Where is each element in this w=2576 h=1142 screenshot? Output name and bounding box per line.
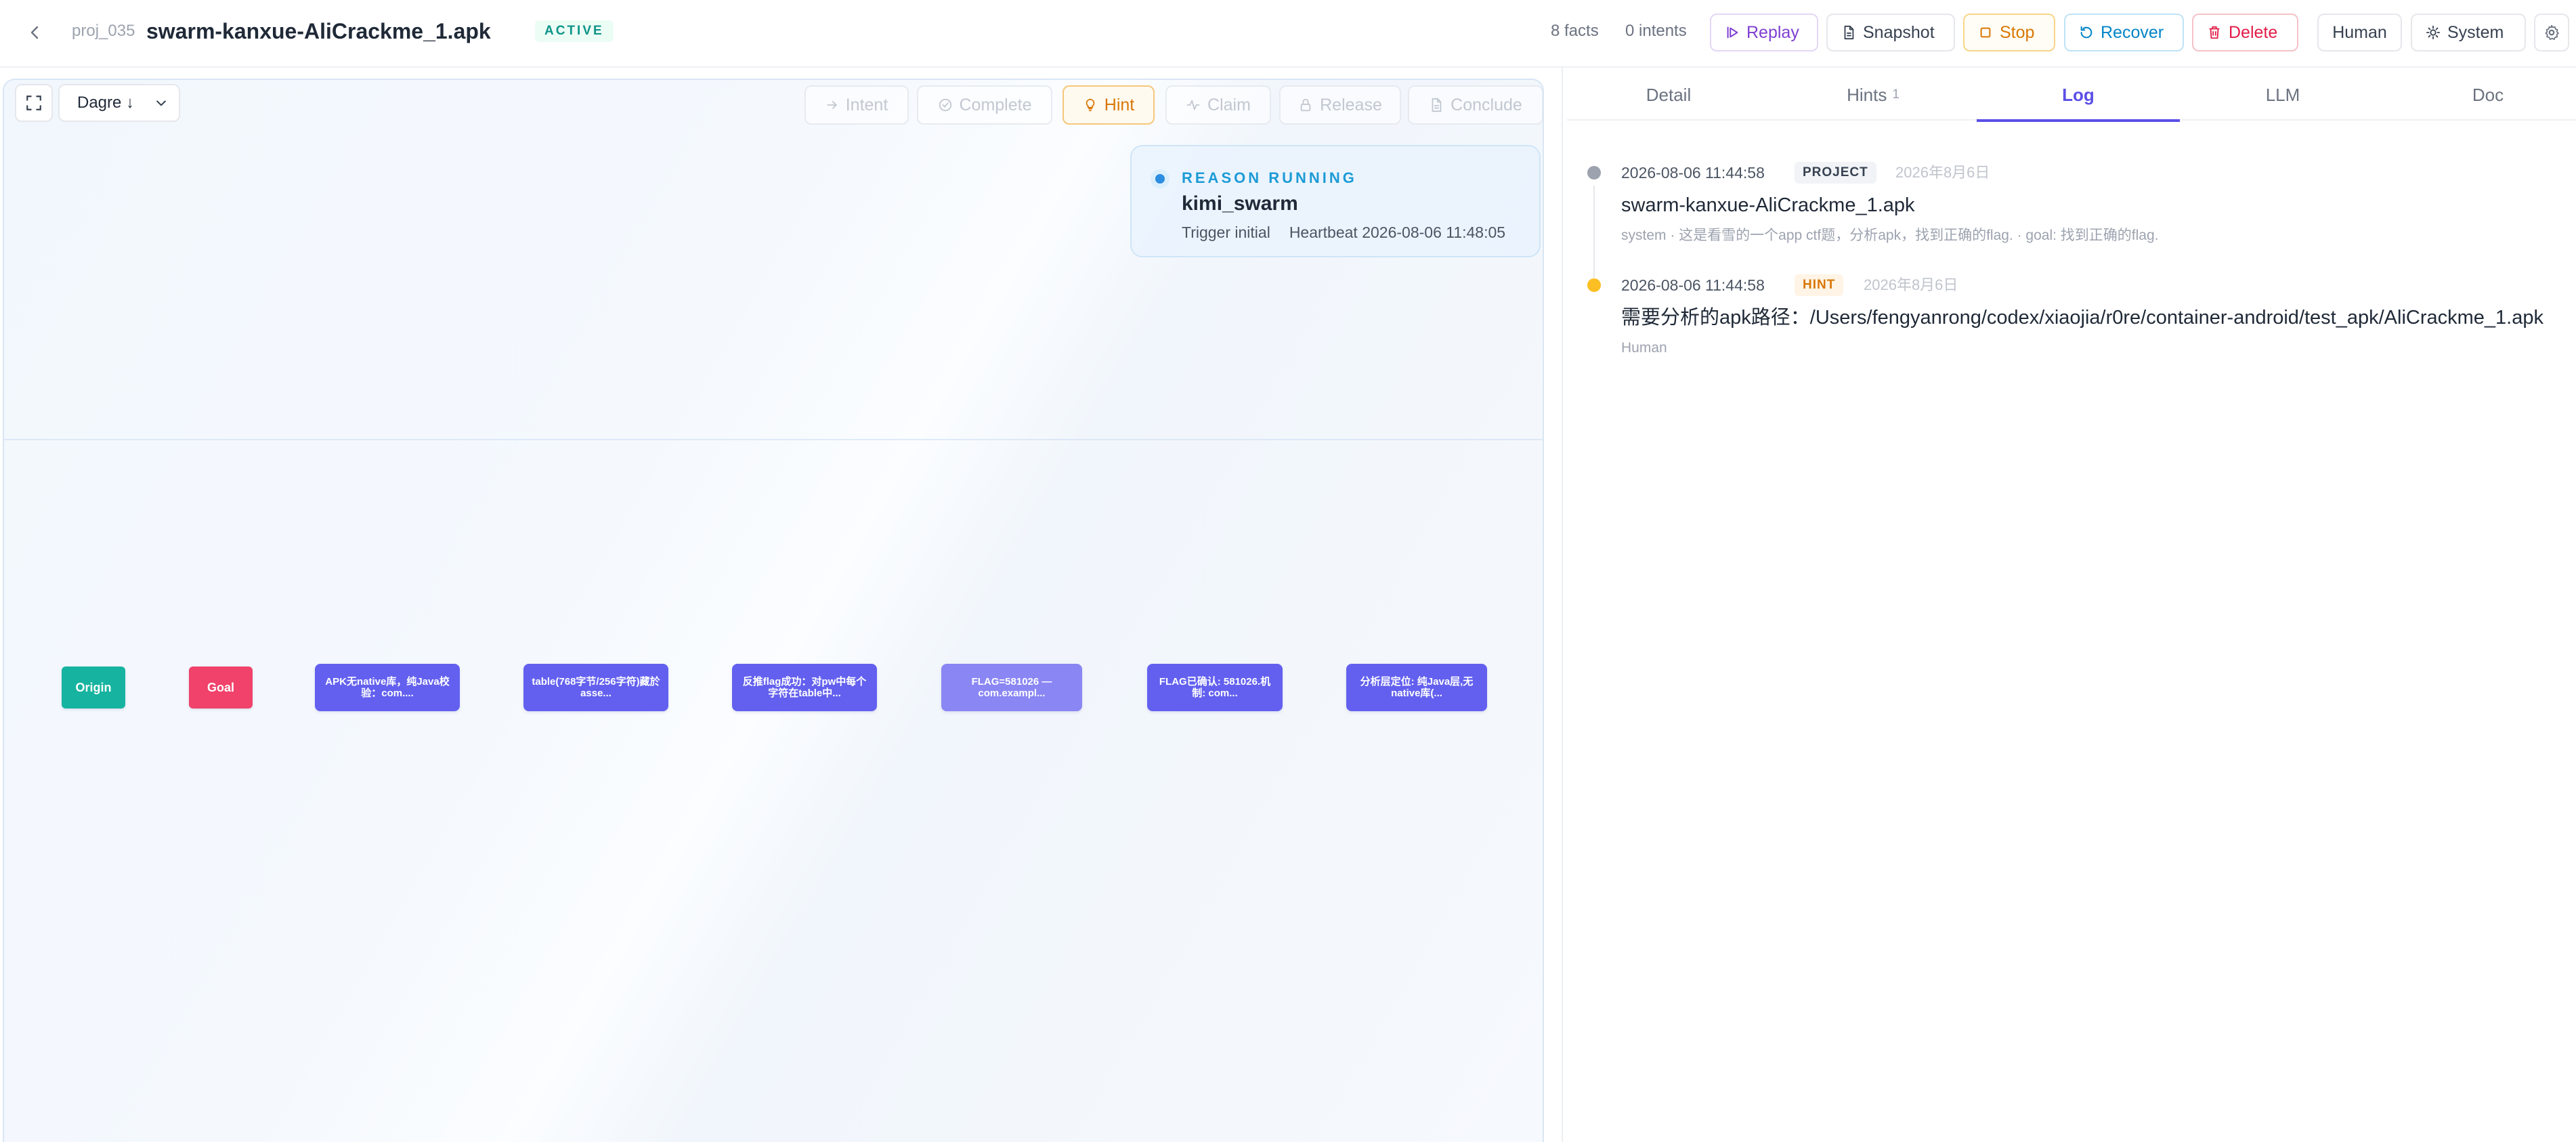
tab-detail[interactable]: Detail: [1567, 69, 1770, 121]
layout-select-value: Dagre ↓: [77, 93, 135, 112]
node-fact[interactable]: APK无native库，纯Java校验：com....: [315, 664, 460, 711]
arrow-right-icon: [827, 101, 837, 109]
page-title: swarm-kanxue-AliCrackme_1.apk: [146, 19, 491, 43]
gear-icon: [2545, 24, 2559, 40]
recover-label: Recover: [2101, 22, 2164, 42]
facts-count: 8 facts: [1551, 22, 1599, 40]
layout-select[interactable]: Dagre ↓: [58, 84, 180, 122]
back-button[interactable]: [20, 18, 50, 47]
system-label: System: [2447, 22, 2504, 42]
pulse-icon: [1186, 100, 1200, 110]
stop-label: Stop: [2000, 22, 2035, 42]
release-button[interactable]: Release: [1279, 85, 1401, 125]
log-title: swarm-kanxue-AliCrackme_1.apk: [1621, 194, 1915, 216]
node-goal[interactable]: Goal: [189, 667, 253, 709]
reason-meta: Trigger initial Heartbeat 2026-08-06 11:4…: [1182, 222, 1505, 242]
reason-heartbeat: Heartbeat 2026-08-06 11:48:05: [1289, 224, 1506, 241]
lock-icon: [1300, 98, 1311, 112]
play-icon: [1727, 26, 1738, 39]
claim-label: Claim: [1207, 95, 1251, 114]
replay-label: Replay: [1746, 22, 1799, 42]
log-type-badge: HINT: [1795, 274, 1844, 296]
hint-button[interactable]: Hint: [1062, 85, 1155, 125]
top-bar: proj_035 swarm-kanxue-AliCrackme_1.apk A…: [0, 0, 2576, 68]
recover-icon: [2080, 26, 2092, 39]
log-time: 2026-08-06 11:44:58: [1621, 164, 1765, 182]
node-fact[interactable]: 分析层定位: 纯Java层,无native库(...: [1346, 664, 1487, 711]
panel-divider: [1562, 68, 1563, 1142]
graph-divider: [4, 439, 1543, 440]
settings-button[interactable]: [2534, 14, 2569, 51]
stop-icon: [1980, 27, 1991, 38]
log-date: 2026年8月6日: [1864, 276, 1958, 293]
tab-doc-label: Doc: [2472, 84, 2504, 105]
stop-button[interactable]: Stop: [1963, 14, 2055, 51]
node-fact[interactable]: table(768字节/256字符)藏於asse...: [523, 664, 668, 711]
log-type-badge: PROJECT: [1795, 162, 1876, 184]
claim-button[interactable]: Claim: [1165, 85, 1271, 125]
graph-canvas[interactable]: Dagre ↓ Intent Complete Hint Claim Relea…: [3, 79, 1544, 1142]
node-origin[interactable]: Origin: [62, 667, 125, 709]
log-timeline: [1593, 186, 1595, 278]
running-indicator: [1151, 169, 1169, 188]
snapshot-icon: [1844, 25, 1854, 40]
tab-log[interactable]: Log: [1977, 69, 2180, 122]
log-date: 2026年8月6日: [1895, 164, 1990, 181]
intents-count: 0 intents: [1625, 22, 1687, 40]
intent-button[interactable]: Intent: [804, 85, 909, 125]
intent-label: Intent: [845, 95, 888, 114]
node-fact[interactable]: FLAG已确认: 581026.机制: com...: [1147, 664, 1283, 711]
node-fact[interactable]: 反推flag成功：对pw中每个字符在table中...: [732, 664, 877, 711]
document-icon: [1432, 98, 1442, 112]
conclude-button[interactable]: Conclude: [1408, 85, 1543, 125]
tab-hints[interactable]: Hints 1: [1772, 69, 1975, 121]
human-label: Human: [2332, 22, 2387, 42]
system-button[interactable]: System: [2411, 14, 2526, 51]
human-button[interactable]: Human: [2317, 14, 2402, 51]
chevron-down-icon: [156, 100, 166, 106]
recover-button[interactable]: Recover: [2064, 14, 2184, 51]
panel-tabs: Detail Hints 1 Log LLM Doc: [1567, 69, 2576, 122]
replay-button[interactable]: Replay: [1710, 14, 1818, 51]
lightbulb-icon: [1086, 98, 1095, 112]
delete-button[interactable]: Delete: [2192, 14, 2298, 51]
status-badge: ACTIVE: [535, 20, 614, 42]
project-id: proj_035: [72, 22, 135, 40]
log-dot: [1587, 278, 1601, 292]
reason-agent: kimi_swarm: [1182, 192, 1298, 215]
tab-detail-label: Detail: [1646, 84, 1692, 105]
sun-icon: [2426, 25, 2441, 40]
snapshot-button[interactable]: Snapshot: [1826, 14, 1955, 51]
tab-llm[interactable]: LLM: [2181, 69, 2384, 121]
tab-llm-label: LLM: [2265, 84, 2300, 105]
complete-button[interactable]: Complete: [917, 85, 1052, 125]
delete-label: Delete: [2229, 22, 2278, 42]
node-fact[interactable]: FLAG=581026 — com.exampl...: [941, 664, 1082, 711]
hint-label: Hint: [1104, 95, 1135, 114]
check-circle-icon: [939, 98, 951, 112]
trash-icon: [2209, 26, 2220, 39]
complete-label: Complete: [959, 95, 1032, 114]
tab-log-label: Log: [2062, 84, 2095, 105]
tab-doc[interactable]: Doc: [2386, 69, 2576, 121]
release-label: Release: [1320, 95, 1382, 114]
log-title: 需要分析的apk路径：/Users/fengyanrong/codex/xiao…: [1621, 307, 2543, 329]
reason-status-card: REASON RUNNING kimi_swarm Trigger initia…: [1130, 145, 1541, 257]
tab-hints-label: Hints: [1847, 84, 1887, 105]
fit-view-icon: [26, 96, 41, 110]
log-subtitle: Human: [1621, 340, 1667, 356]
log-time: 2026-08-06 11:44:58: [1621, 276, 1765, 294]
reason-label: REASON RUNNING: [1182, 169, 1357, 186]
snapshot-label: Snapshot: [1863, 22, 1935, 42]
conclude-label: Conclude: [1451, 95, 1522, 114]
reason-trigger: Trigger initial: [1182, 224, 1270, 241]
tab-hints-count: 1: [1892, 87, 1899, 102]
log-subtitle: system · 这是看雪的一个app ctf题，分析apk，找到正确的flag…: [1621, 228, 2159, 243]
fit-view-button[interactable]: [15, 84, 53, 122]
chevron-left-icon: [30, 26, 39, 39]
log-dot: [1587, 166, 1601, 179]
